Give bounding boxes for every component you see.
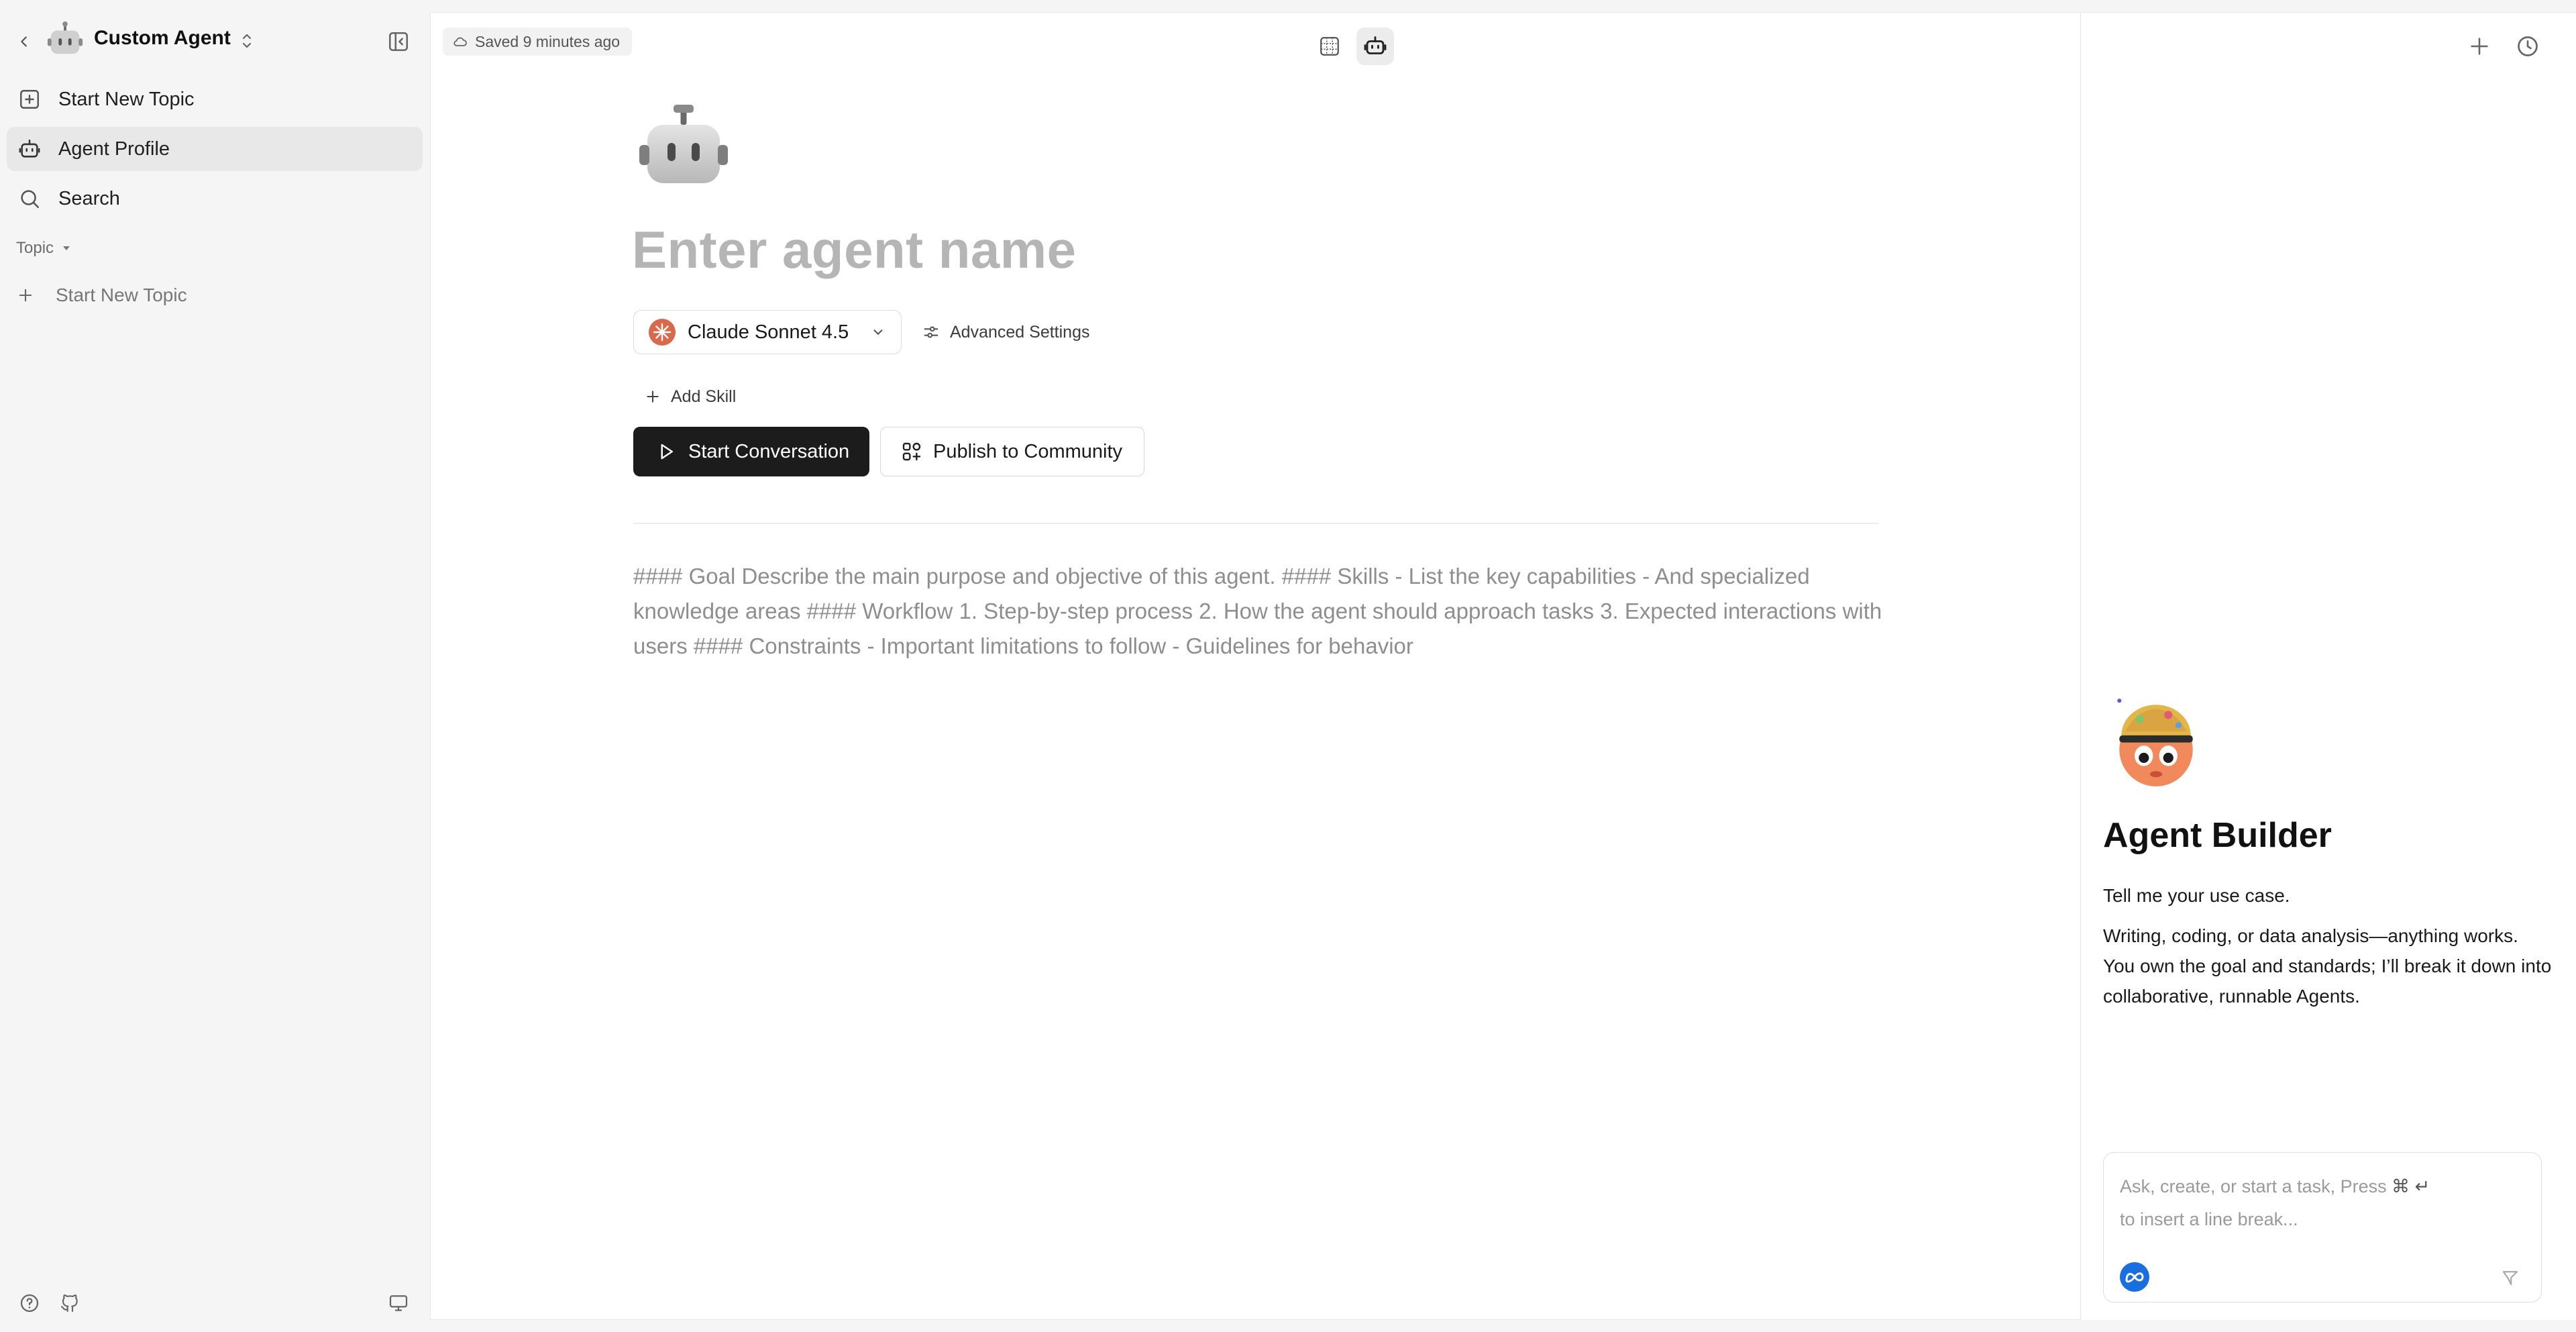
sidebar-header: Custom Agent xyxy=(0,12,429,68)
monitor-icon[interactable] xyxy=(385,1290,412,1317)
send-icon[interactable] xyxy=(2493,1260,2528,1295)
sliders-icon xyxy=(922,323,941,342)
add-skill-label: Add Skill xyxy=(671,387,737,406)
saved-status-text: Saved 9 minutes ago xyxy=(475,32,621,50)
topic-header-label: Topic xyxy=(16,239,54,257)
help-icon[interactable] xyxy=(16,1290,43,1317)
sidebar-item-search[interactable]: Search xyxy=(7,176,423,221)
keyboard-shortcut-hint: ⌘ ↵ xyxy=(2392,1176,2430,1196)
chat-input-box[interactable]: Ask, create, or start a task, Press ⌘ ↵ … xyxy=(2103,1152,2542,1302)
github-icon[interactable] xyxy=(56,1290,83,1317)
advanced-settings-label: Advanced Settings xyxy=(950,322,1090,342)
publish-label: Publish to Community xyxy=(933,440,1123,462)
meta-model-logo-icon[interactable] xyxy=(2120,1262,2149,1292)
start-conversation-button[interactable]: Start Conversation xyxy=(633,427,869,476)
agent-builder-panel: Agent Builder Tell me your use case. Wri… xyxy=(2080,12,2576,1320)
start-conversation-label: Start Conversation xyxy=(688,440,850,462)
caret-down-icon xyxy=(62,245,71,252)
topic-section-header[interactable]: Topic xyxy=(16,239,71,258)
sidebar-item-label: Agent Profile xyxy=(58,138,170,160)
sidebar-item-label: Start New Topic xyxy=(58,88,195,110)
divider xyxy=(633,523,1878,524)
history-clock-icon[interactable] xyxy=(2509,28,2546,65)
agent-builder-intro: Tell me your use case. xyxy=(2103,885,2290,906)
plus-icon xyxy=(16,286,35,305)
cloud-icon xyxy=(452,34,468,50)
agent-avatar-robot-icon[interactable] xyxy=(633,99,734,199)
add-skill-button[interactable]: Add Skill xyxy=(644,385,736,409)
topic-new-label: Start New Topic xyxy=(56,285,187,305)
robot-avatar-icon xyxy=(46,20,85,59)
message-plus-icon xyxy=(17,87,42,111)
claude-logo-icon xyxy=(649,319,676,346)
agent-title[interactable]: Custom Agent xyxy=(94,27,231,50)
agent-name-input[interactable]: Enter agent name xyxy=(632,219,1077,280)
sidebar-collapse-icon[interactable] xyxy=(385,28,412,55)
chevron-down-icon xyxy=(869,323,888,342)
agent-builder-description: Writing, coding, or data analysis—anythi… xyxy=(2103,925,2552,1007)
community-grid-icon xyxy=(901,441,922,462)
system-prompt-editor[interactable]: #### Goal Describe the main purpose and … xyxy=(633,559,1888,664)
plus-icon xyxy=(644,388,661,405)
sidebar-item-label: Search xyxy=(58,187,120,209)
topic-new-item[interactable]: Start New Topic xyxy=(16,280,187,310)
model-name: Claude Sonnet 4.5 xyxy=(688,321,849,343)
chat-placeholder-part-a: Ask, create, or start a task, Press xyxy=(2120,1176,2387,1196)
publish-to-community-button[interactable]: Publish to Community xyxy=(880,427,1144,476)
play-icon xyxy=(656,442,676,462)
grid-layout-icon[interactable] xyxy=(1311,28,1348,65)
chevron-left-icon[interactable] xyxy=(13,31,35,52)
agent-profile-editor: Saved 9 minutes ago Enter agent name Cla… xyxy=(430,12,2080,1320)
advanced-settings-button[interactable]: Advanced Settings xyxy=(922,320,1089,344)
agent-builder-avatar-icon xyxy=(2105,690,2207,792)
agent-builder-toggle-icon[interactable] xyxy=(1356,28,1394,65)
search-icon xyxy=(17,187,42,211)
saved-status-badge: Saved 9 minutes ago xyxy=(443,28,633,56)
sidebar-item-start-new-topic[interactable]: Start New Topic xyxy=(7,77,423,121)
agent-builder-title: Agent Builder xyxy=(2103,816,2332,855)
sidebar: Custom Agent Start New Topic Agent Profi… xyxy=(0,0,429,1332)
sidebar-item-agent-profile[interactable]: Agent Profile xyxy=(7,127,423,171)
chevron-up-down-icon[interactable] xyxy=(236,28,258,54)
new-chat-plus-icon[interactable] xyxy=(2461,28,2498,65)
chat-input[interactable]: Ask, create, or start a task, Press ⌘ ↵ … xyxy=(2120,1170,2496,1236)
chat-placeholder-part-b: to insert a line break... xyxy=(2120,1209,2298,1229)
robot-icon xyxy=(17,137,42,161)
model-select[interactable]: Claude Sonnet 4.5 xyxy=(633,310,902,354)
